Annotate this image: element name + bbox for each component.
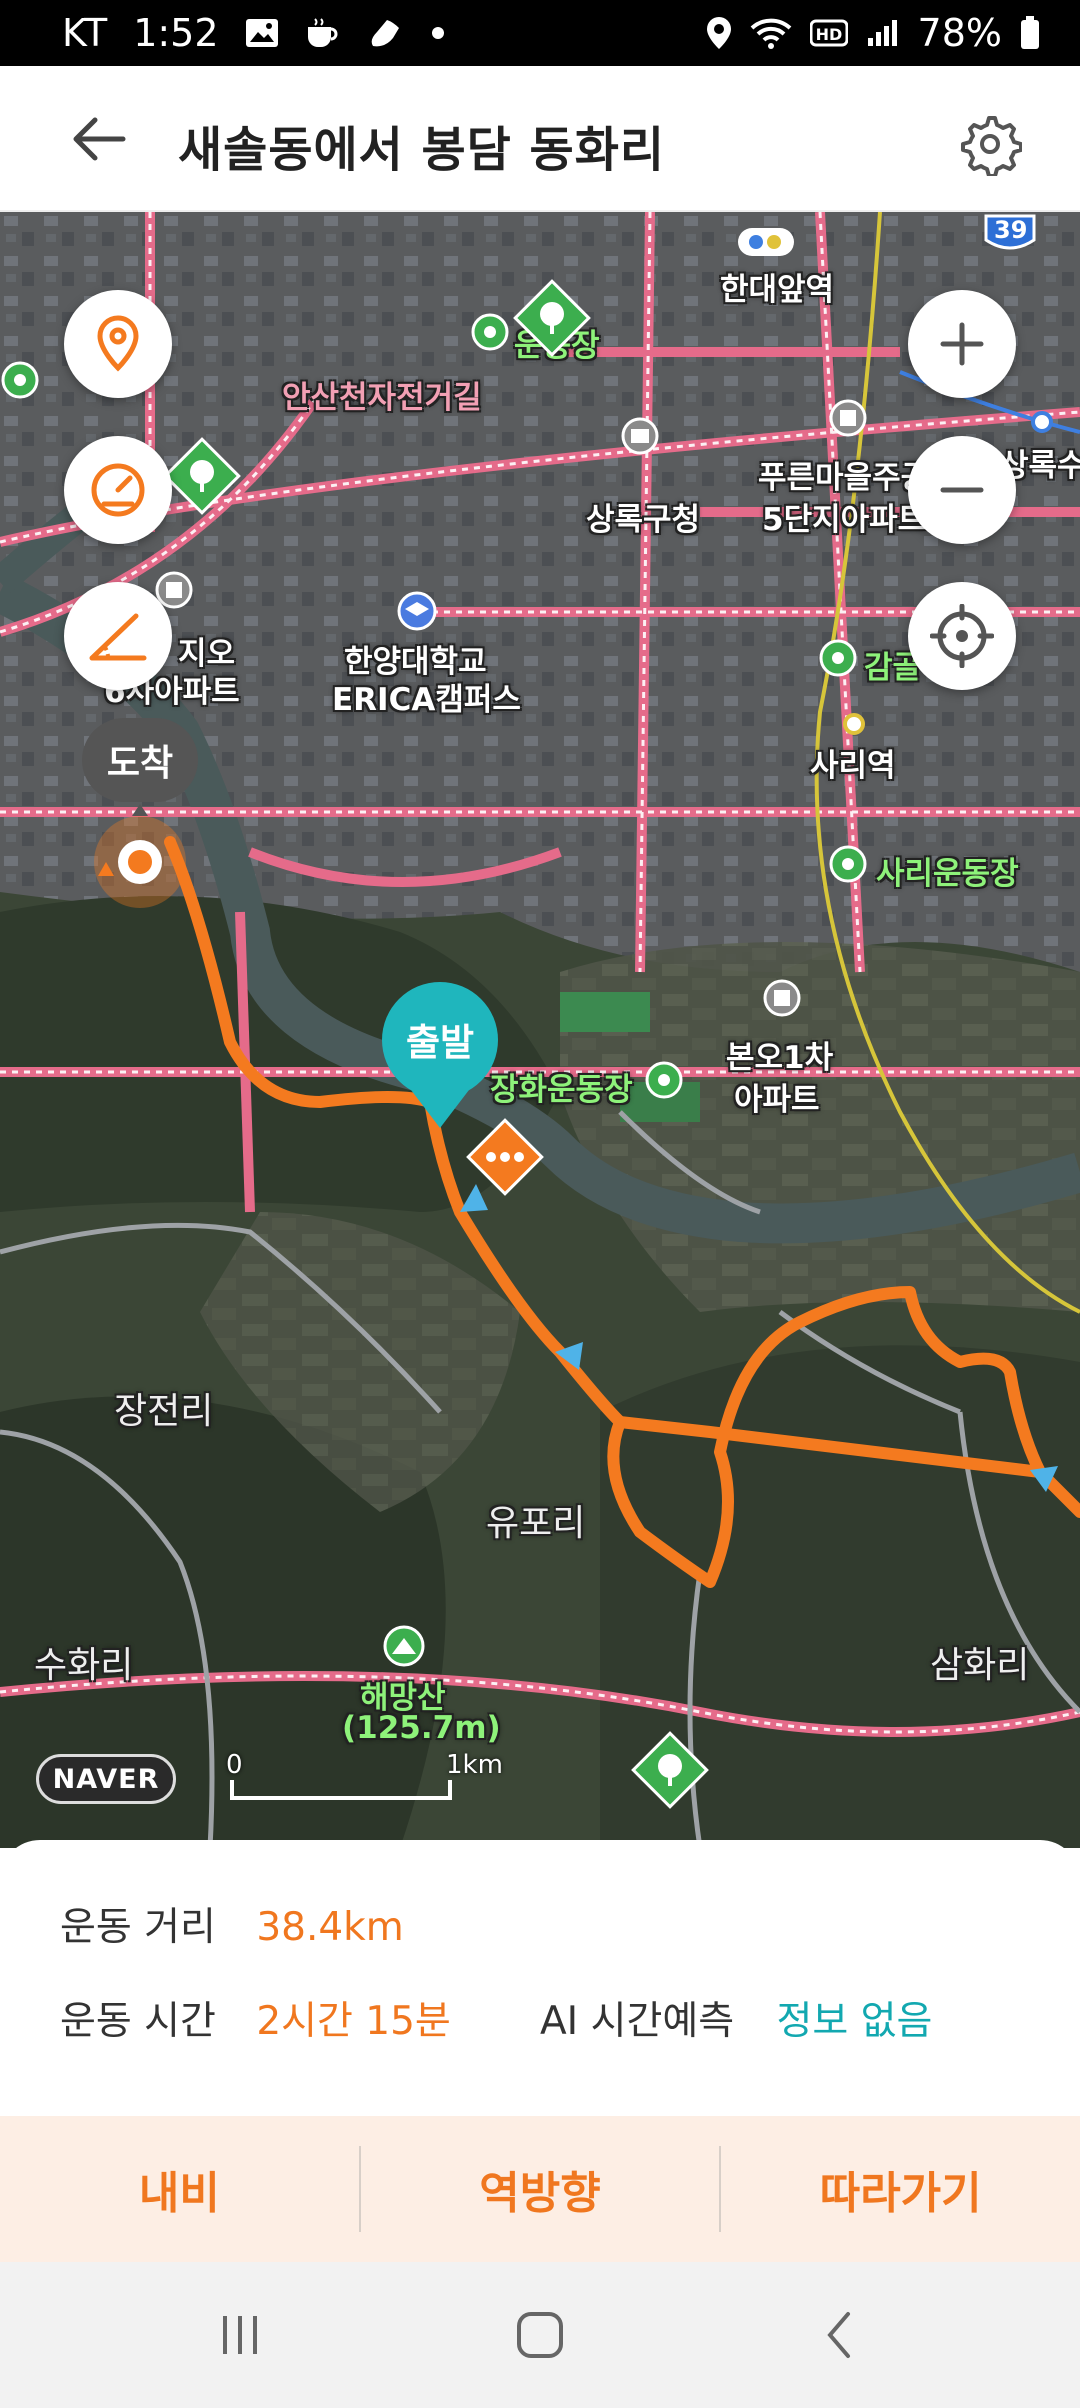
coffee-icon: [305, 17, 341, 49]
map-label-yupo: 유포리: [486, 1503, 586, 1544]
svg-text:HD: HD: [815, 25, 842, 44]
station-marker-icon[interactable]: [736, 222, 796, 262]
map-pin-icon: [97, 315, 139, 372]
distance-row: 운동 거리 38.4km: [60, 1896, 404, 1952]
sports-marker-icon[interactable]: [644, 1060, 684, 1100]
time-value: 2시간 15분: [256, 1999, 451, 2044]
navigation-button[interactable]: 내비: [0, 2116, 359, 2262]
map-label-jangjeon: 장전리: [114, 1391, 214, 1432]
map-label-suhwa: 수화리: [34, 1645, 134, 1686]
clock: 1:52: [133, 11, 219, 55]
route-info-sheet: 운동 거리 38.4km 운동 시간 2시간 15분 AI 시간예측 정보 없음: [0, 1840, 1080, 2116]
map-scale: 0 1km: [226, 1750, 503, 1800]
building-marker-icon[interactable]: [828, 398, 868, 438]
home-button[interactable]: [500, 2302, 580, 2368]
ai-prediction-row: AI 시간예측 정보 없음: [540, 1990, 932, 2046]
park-marker-icon[interactable]: [512, 278, 592, 358]
zoom-in-button[interactable]: [908, 290, 1016, 398]
scale-end-label: 1km: [446, 1750, 503, 1780]
gear-icon: [961, 116, 1022, 176]
zoom-out-button[interactable]: [908, 436, 1016, 544]
chevron-left-icon: [827, 2312, 850, 2358]
speedometer-icon: [91, 463, 145, 517]
ai-prediction-label: AI 시간예측: [540, 1999, 735, 2044]
battery-icon: [1020, 16, 1040, 50]
station-dot-icon[interactable]: [1030, 410, 1054, 434]
naver-logo: NAVER: [36, 1754, 176, 1804]
sports-marker-icon[interactable]: [828, 844, 868, 884]
map-label-district-office: 상록구청: [586, 502, 701, 538]
more-options-marker-icon[interactable]: [466, 1118, 544, 1196]
sports-marker-icon[interactable]: [0, 360, 40, 400]
carrier: KT: [62, 11, 108, 55]
map-label-apartment-2: 5단지아파트: [762, 502, 927, 538]
slope-icon: [89, 613, 147, 661]
park-marker-icon[interactable]: [162, 436, 242, 516]
map-label-samhwa: 삼화리: [930, 1645, 1030, 1686]
settings-button[interactable]: [950, 104, 1030, 184]
app-header: 새솔동에서 봉담 동화리: [0, 66, 1080, 212]
time-label: 운동 시간: [60, 1999, 216, 2044]
distance-label: 운동 거리: [60, 1905, 216, 1950]
sports-marker-icon[interactable]: [470, 312, 510, 352]
battery-percent: 78%: [917, 11, 1002, 55]
arrival-marker-icon[interactable]: [82, 804, 198, 914]
sports-marker-icon[interactable]: [818, 638, 858, 678]
image-icon: [245, 18, 279, 48]
follow-route-button[interactable]: 따라가기: [721, 2116, 1080, 2262]
location-icon: [706, 16, 732, 50]
system-nav-bar: [0, 2262, 1080, 2408]
map-label-sari-field: 사리운동장: [876, 856, 1019, 892]
map-label-university-2: ERICA캠퍼스: [332, 682, 521, 718]
map-label-janghwa-field: 장화운동장: [490, 1072, 633, 1108]
ai-prediction-value: 정보 없음: [776, 1999, 933, 2044]
map-label-bono: 본오1차: [726, 1040, 834, 1076]
map-label-bikepath: 안산천자전거길: [282, 380, 482, 416]
minus-icon: [940, 487, 984, 493]
departure-label: 출발: [405, 1021, 475, 1064]
back-button[interactable]: [64, 109, 134, 169]
map-label-bono-2: 아파트: [734, 1082, 820, 1118]
reverse-route-button[interactable]: 역방향: [361, 2116, 720, 2262]
map-label-sari-station: 사리역: [810, 748, 896, 784]
wifi-icon: [750, 16, 792, 50]
mountain-marker-icon[interactable]: [382, 1624, 426, 1668]
distance-value: 38.4km: [256, 1905, 404, 1950]
plus-icon: [940, 322, 984, 366]
speedometer-button[interactable]: [64, 436, 172, 544]
park-marker-icon[interactable]: [630, 1730, 710, 1810]
government-marker-icon[interactable]: [620, 416, 660, 456]
signal-icon: [866, 18, 900, 48]
hd-icon: HD: [809, 18, 848, 48]
recent-apps-button[interactable]: [200, 2302, 280, 2368]
arrival-badge[interactable]: 도착: [82, 718, 198, 802]
building-marker-icon[interactable]: [762, 978, 802, 1018]
action-bar: 내비 역방향 따라가기: [0, 2116, 1080, 2262]
time-row: 운동 시간 2시간 15분: [60, 1990, 451, 2046]
map-view[interactable]: 한대앞역 운동장 안산천자전거길 상록구청 푸른마을주공 5단지아파트 상록수 …: [0, 212, 1080, 1848]
back-nav-button[interactable]: [800, 2302, 880, 2368]
shoe-icon: [367, 16, 405, 50]
status-bar: KT 1:52 HD 78%: [0, 0, 1080, 66]
recent-apps-icon: [223, 2316, 257, 2354]
dot-icon: [431, 26, 445, 40]
my-location-button[interactable]: [908, 582, 1016, 690]
scale-start-label: 0: [226, 1750, 243, 1780]
route-39-number: 39: [994, 216, 1028, 244]
elevation-button[interactable]: [64, 582, 172, 690]
university-marker-icon[interactable]: [396, 590, 438, 632]
map-label-mountain-height: (125.7m): [342, 1710, 501, 1746]
arrow-left-icon: [73, 117, 126, 161]
location-pin-button[interactable]: [64, 290, 172, 398]
station-dot-icon[interactable]: [842, 712, 866, 736]
map-label-station: 한대앞역: [720, 272, 835, 308]
map-label-apartment: 푸른마을주공: [758, 460, 930, 496]
page-title: 새솔동에서 봉담 동화리: [178, 122, 666, 178]
crosshair-icon: [930, 604, 994, 668]
home-icon: [517, 2312, 563, 2358]
